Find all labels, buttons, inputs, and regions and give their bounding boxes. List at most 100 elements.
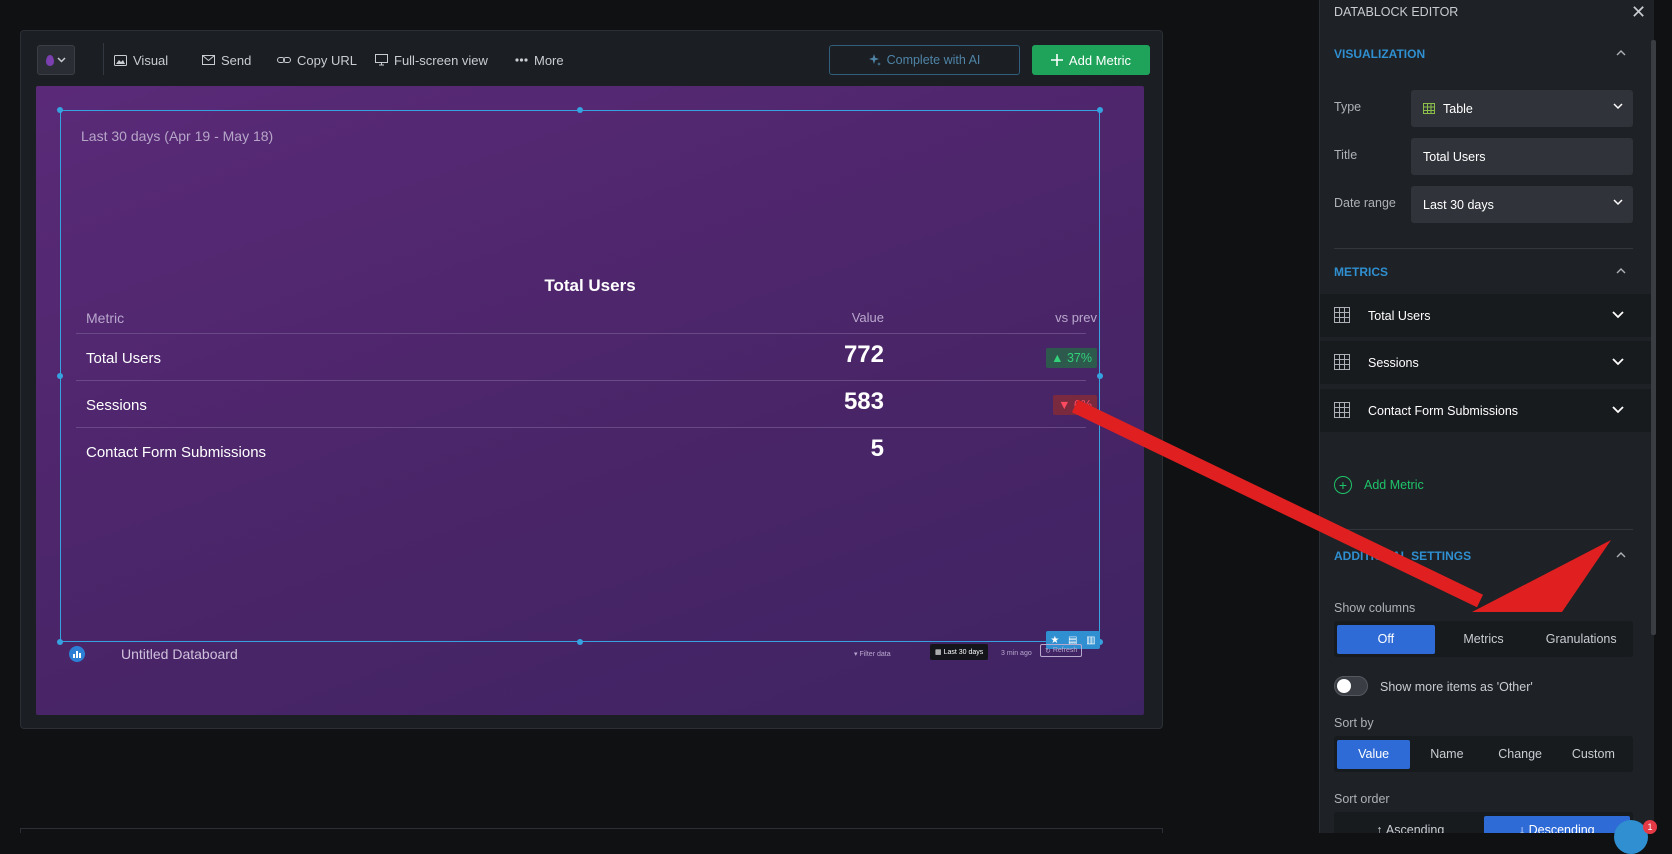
complete-with-ai-button[interactable]: Complete with AI [829, 45, 1020, 75]
resize-handle[interactable] [577, 639, 583, 645]
image-icon [114, 54, 127, 66]
column-header-value: Value [851, 310, 884, 325]
copy-url-button[interactable]: Copy URL [277, 51, 357, 69]
date-range-select[interactable]: Last 30 days [1411, 186, 1633, 223]
chat-notification-badge: 1 [1643, 820, 1657, 834]
resize-handle[interactable] [1097, 107, 1103, 113]
row-value: 772 [843, 341, 884, 368]
metrics-section-title[interactable]: METRICS [1334, 265, 1388, 279]
selected-datablock[interactable] [60, 110, 1100, 642]
databoard-name[interactable]: Untitled Databoard [121, 646, 238, 662]
sort-descending[interactable]: ↓ Descending [1483, 815, 1630, 833]
title-label: Title [1334, 148, 1358, 162]
metric-item-label: Contact Form Submissions [1368, 403, 1519, 418]
date-range-label: Last 30 days (Apr 19 - May 18) [81, 128, 274, 144]
date-range-field-label: Date range [1334, 196, 1396, 210]
chevron-down-icon[interactable] [1612, 311, 1624, 319]
sort-by-value[interactable]: Value [1337, 739, 1411, 769]
show-columns-off[interactable]: Off [1337, 624, 1435, 654]
chevron-down-icon[interactable] [1612, 406, 1624, 414]
send-button[interactable]: Send [202, 51, 251, 69]
show-columns-metrics[interactable]: Metrics [1435, 625, 1533, 654]
next-card-edge [20, 828, 1163, 833]
chevron-up-icon[interactable] [1616, 550, 1626, 560]
type-value: Table [1443, 101, 1473, 116]
filter-data-button[interactable]: ▾ Filter data [854, 650, 891, 658]
panel-title: DATABLOCK EDITOR [1334, 5, 1459, 19]
footer-date-button[interactable]: ▦ Last 30 days [930, 644, 989, 660]
row-divider [76, 380, 1086, 381]
show-columns-segmented: Off Metrics Granulations [1334, 621, 1633, 657]
metric-item[interactable]: Sessions [1320, 341, 1654, 384]
chevron-down-icon [57, 57, 66, 63]
sort-ascending[interactable]: ↑ Ascending [1337, 816, 1484, 833]
visualization-section-title[interactable]: VISUALIZATION [1334, 47, 1425, 61]
resize-handle[interactable] [57, 639, 63, 645]
close-icon[interactable]: ✕ [1631, 2, 1646, 23]
resize-handle[interactable] [57, 373, 63, 379]
sort-by-custom[interactable]: Custom [1557, 740, 1630, 769]
resize-handle[interactable] [57, 107, 63, 113]
row-value: 5 [870, 435, 884, 462]
row-value: 583 [843, 388, 884, 415]
metric-item[interactable]: Contact Form Submissions [1320, 389, 1654, 432]
table-icon [1334, 307, 1350, 323]
toggle-knob [1337, 679, 1351, 693]
column-header-vs-prev: vs prev [1055, 310, 1097, 325]
chevron-down-icon[interactable] [1612, 358, 1624, 366]
refresh-button[interactable]: ↻ Refresh [1040, 644, 1083, 657]
databoard-canvas: Last 30 days (Apr 19 - May 18) Total Use… [36, 86, 1144, 715]
sort-by-name[interactable]: Name [1410, 740, 1483, 769]
resize-handle[interactable] [577, 107, 583, 113]
title-value: Total Users [1423, 149, 1486, 164]
sparkle-icon [868, 54, 881, 66]
chevron-up-icon[interactable] [1616, 266, 1626, 276]
resize-handle[interactable] [1097, 373, 1103, 379]
section-divider [1334, 529, 1633, 530]
metric-item[interactable]: Total Users [1320, 294, 1654, 337]
trash-icon[interactable]: ▥ [1086, 635, 1095, 646]
more-label: More [534, 52, 564, 68]
sort-by-change[interactable]: Change [1484, 740, 1557, 769]
dots-icon [515, 58, 528, 62]
more-button[interactable]: More [515, 51, 564, 69]
table-icon [1334, 402, 1350, 418]
databoard-card: Visual Send Copy URL Full-screen view Mo… [20, 30, 1163, 729]
other-items-toggle[interactable] [1334, 676, 1368, 696]
chevron-down-icon [1613, 103, 1623, 110]
chevron-up-icon[interactable] [1616, 48, 1626, 58]
copy-url-label: Copy URL [297, 52, 357, 68]
show-columns-label: Show columns [1334, 601, 1416, 615]
footer-date-label: Last 30 days [943, 648, 984, 656]
sort-by-segmented: Value Name Change Custom [1334, 736, 1633, 772]
last-updated: 3 min ago [1001, 650, 1032, 657]
row-metric: Total Users [86, 350, 162, 367]
metric-item-label: Sessions [1368, 355, 1419, 370]
sort-by-label: Sort by [1334, 716, 1374, 730]
type-select[interactable]: Table [1411, 90, 1633, 127]
link-icon [277, 57, 291, 63]
sort-ascending-label: Ascending [1385, 823, 1445, 833]
theme-picker-button[interactable] [37, 45, 75, 75]
toolbar: Visual Send Copy URL Full-screen view Mo… [21, 31, 1162, 85]
color-drop-icon [46, 54, 54, 66]
row-metric: Sessions [86, 397, 147, 414]
panel-add-metric-button[interactable]: + Add Metric [1334, 476, 1424, 494]
full-screen-button[interactable]: Full-screen view [375, 51, 488, 69]
table-icon [1423, 103, 1435, 114]
other-items-label: Show more items as 'Other' [1380, 680, 1533, 694]
show-columns-granulations[interactable]: Granulations [1532, 625, 1630, 654]
mail-icon [202, 55, 215, 65]
databox-logo-icon [69, 646, 85, 662]
row-divider [76, 333, 1086, 334]
refresh-label: Refresh [1052, 647, 1078, 654]
add-metric-label: Add Metric [1068, 52, 1132, 68]
additional-settings-title[interactable]: ADDITIONAL SETTINGS [1334, 549, 1471, 563]
datablock-title: Total Users [544, 276, 636, 295]
change-badge: ▼ 6% [1053, 395, 1097, 415]
table-icon [1334, 354, 1350, 370]
visual-button[interactable]: Visual [114, 51, 168, 69]
title-input[interactable]: Total Users [1411, 138, 1633, 175]
panel-scrollbar[interactable] [1651, 40, 1656, 635]
add-metric-button[interactable]: Add Metric [1032, 45, 1150, 75]
